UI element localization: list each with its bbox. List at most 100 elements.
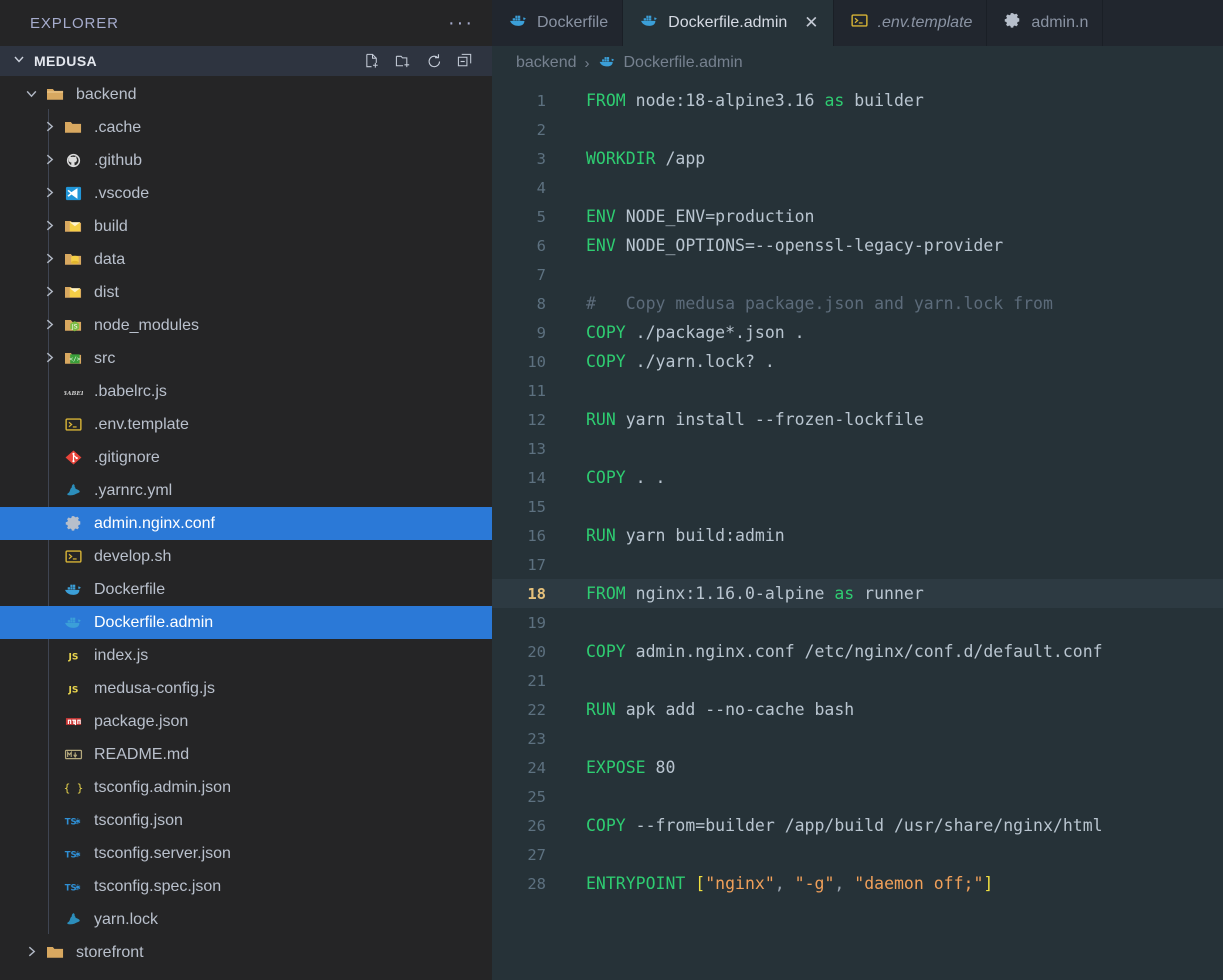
tree-folder-row[interactable]: dist	[0, 276, 492, 309]
code-line[interactable]: 2	[492, 115, 1223, 144]
code-line[interactable]: 8 # Copy medusa package.json and yarn.loc…	[492, 289, 1223, 318]
vscode-icon	[60, 185, 86, 202]
tree-item-label: .yarnrc.yml	[94, 481, 173, 499]
svg-text:JS: JS	[67, 685, 78, 695]
editor-tab-bar[interactable]: Dockerfile Dockerfile.admin ✕ .env.template…	[492, 0, 1223, 46]
code-line[interactable]: 23	[492, 724, 1223, 753]
code-line[interactable]: 3 WORKDIR /app	[492, 144, 1223, 173]
code-line[interactable]: 1 FROM node:18-alpine3.16 as builder	[492, 86, 1223, 115]
code-line[interactable]: 6 ENV NODE_OPTIONS=--openssl-legacy-provi…	[492, 231, 1223, 260]
folder-open-icon	[42, 86, 68, 103]
editor-tab[interactable]: Dockerfile	[492, 0, 624, 46]
editor-tab[interactable]: .env.template	[833, 0, 988, 46]
chevron-right-icon[interactable]	[38, 153, 60, 169]
tree-file-row[interactable]: .env.template	[0, 408, 492, 441]
code-text: RUN yarn build:admin	[564, 526, 785, 545]
tree-file-row[interactable]: .gitignore	[0, 441, 492, 474]
code-line[interactable]: 15	[492, 492, 1223, 521]
breadcrumb[interactable]: backend › Dockerfile.admin	[492, 46, 1223, 80]
tree-file-row[interactable]: package.json	[0, 705, 492, 738]
code-editor[interactable]: 1 FROM node:18-alpine3.16 as builder 2 3 WOR…	[492, 80, 1223, 980]
breadcrumb-file[interactable]: Dockerfile.admin	[624, 54, 743, 72]
code-line[interactable]: 28 ENTRYPOINT ["nginx", "-g", "daemon off…	[492, 869, 1223, 898]
tree-folder-row[interactable]: .cache	[0, 111, 492, 144]
chevron-right-icon[interactable]	[38, 186, 60, 202]
code-token-kw: COPY	[586, 468, 626, 487]
code-line[interactable]: 20 COPY admin.nginx.conf /etc/nginx/conf.…	[492, 637, 1223, 666]
code-line[interactable]: 14 COPY . .	[492, 463, 1223, 492]
chevron-right-icon[interactable]	[38, 351, 60, 367]
tree-file-row[interactable]: develop.sh	[0, 540, 492, 573]
collapse-all-icon[interactable]	[457, 53, 474, 70]
code-line[interactable]: 27	[492, 840, 1223, 869]
workspace-section-header[interactable]: MEDUSA	[0, 46, 492, 76]
tree-file-row[interactable]: TS tsconfig.server.json	[0, 837, 492, 870]
svg-text:TS: TS	[64, 883, 76, 893]
folder-build-icon	[60, 218, 86, 235]
chevron-right-icon[interactable]	[38, 285, 60, 301]
tree-item-label: .vscode	[94, 184, 150, 202]
code-line[interactable]: 9 COPY ./package*.json .	[492, 318, 1223, 347]
code-line[interactable]: 16 RUN yarn build:admin	[492, 521, 1223, 550]
code-line[interactable]: 19	[492, 608, 1223, 637]
code-line[interactable]: 7	[492, 260, 1223, 289]
chevron-down-icon[interactable]	[10, 52, 28, 70]
refresh-icon[interactable]	[426, 53, 443, 70]
editor-tab[interactable]: Dockerfile.admin ✕	[623, 0, 834, 46]
tree-file-row[interactable]: JS index.js	[0, 639, 492, 672]
code-line[interactable]: 13	[492, 434, 1223, 463]
code-line[interactable]: 22 RUN apk add --no-cache bash	[492, 695, 1223, 724]
breadcrumb-folder[interactable]: backend	[516, 54, 577, 72]
code-line[interactable]: 24 EXPOSE 80	[492, 753, 1223, 782]
tree-item-label: tsconfig.json	[94, 811, 183, 829]
line-number: 25	[527, 787, 546, 806]
tree-file-row[interactable]: .yarnrc.yml	[0, 474, 492, 507]
tree-file-row[interactable]: Dockerfile	[0, 573, 492, 606]
chevron-right-icon[interactable]	[38, 219, 60, 235]
tree-file-row[interactable]: BABEL .babelrc.js	[0, 375, 492, 408]
tree-file-row[interactable]: TS tsconfig.spec.json	[0, 870, 492, 903]
tree-file-row[interactable]: admin.nginx.conf	[0, 507, 492, 540]
tree-file-row[interactable]: TS tsconfig.json	[0, 804, 492, 837]
code-line[interactable]: 4	[492, 173, 1223, 202]
tree-file-row[interactable]: Dockerfile.admin	[0, 606, 492, 639]
editor-tab[interactable]: admin.n	[987, 0, 1104, 46]
tree-folder-row[interactable]: .vscode	[0, 177, 492, 210]
code-line[interactable]: 12 RUN yarn install --frozen-lockfile	[492, 405, 1223, 434]
line-number: 3	[536, 149, 546, 168]
folder-node-icon: JS	[60, 317, 86, 334]
line-number: 27	[527, 845, 546, 864]
new-folder-icon[interactable]	[395, 53, 412, 70]
chevron-right-icon[interactable]	[38, 120, 60, 136]
tree-folder-row[interactable]: build	[0, 210, 492, 243]
tree-folder-row[interactable]: JS node_modules	[0, 309, 492, 342]
code-line[interactable]: 5 ENV NODE_ENV=production	[492, 202, 1223, 231]
code-line[interactable]: 25	[492, 782, 1223, 811]
close-icon[interactable]: ✕	[804, 13, 818, 33]
tree-item-label: package.json	[94, 712, 189, 730]
tree-file-row[interactable]: README.md	[0, 738, 492, 771]
tree-folder-row[interactable]: backend	[0, 78, 492, 111]
file-tree[interactable]: backend .cache .github .vscode build data dist…	[0, 76, 492, 980]
code-line[interactable]: 26 COPY --from=builder /app/build /usr/sh…	[492, 811, 1223, 840]
more-actions-icon[interactable]: ···	[448, 13, 474, 33]
chevron-right-icon[interactable]	[38, 318, 60, 334]
chevron-right-icon[interactable]	[20, 945, 42, 961]
code-line[interactable]: 10 COPY ./yarn.lock? .	[492, 347, 1223, 376]
tree-folder-row[interactable]: storefront	[0, 936, 492, 969]
code-line[interactable]: 11	[492, 376, 1223, 405]
chevron-right-icon[interactable]	[38, 252, 60, 268]
tree-folder-row[interactable]: data	[0, 243, 492, 276]
tree-file-row[interactable]: yarn.lock	[0, 903, 492, 936]
code-line[interactable]: 21	[492, 666, 1223, 695]
tree-file-row[interactable]: { } tsconfig.admin.json	[0, 771, 492, 804]
code-line[interactable]: 18 FROM nginx:1.16.0-alpine as runner	[492, 579, 1223, 608]
tree-folder-row[interactable]: </> src	[0, 342, 492, 375]
folder-src-icon: </>	[60, 350, 86, 367]
new-file-icon[interactable]	[364, 53, 381, 70]
line-number: 19	[527, 613, 546, 632]
tree-file-row[interactable]: JS medusa-config.js	[0, 672, 492, 705]
code-line[interactable]: 17	[492, 550, 1223, 579]
tree-folder-row[interactable]: .github	[0, 144, 492, 177]
chevron-down-icon[interactable]	[20, 87, 42, 103]
